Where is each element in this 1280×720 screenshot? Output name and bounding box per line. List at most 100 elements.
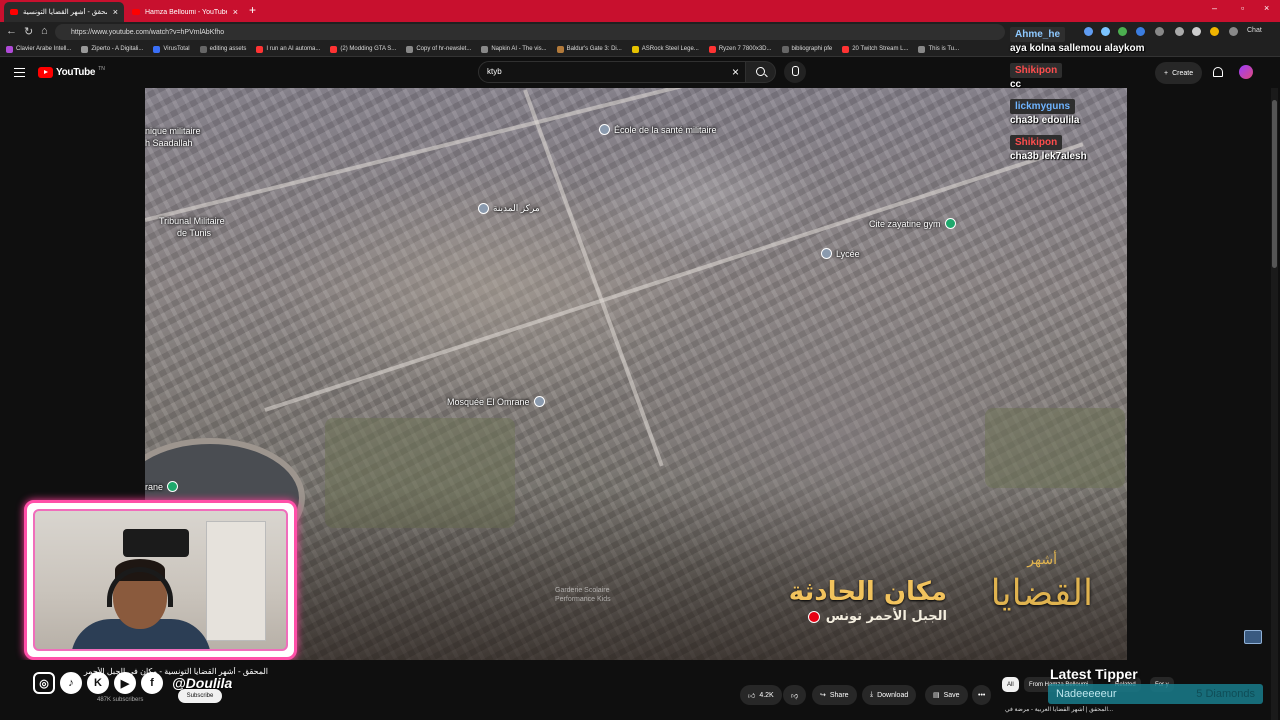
hamburger-menu-icon[interactable] [14, 68, 25, 77]
bookmark-item[interactable]: ASRock Steel Lege... [631, 45, 699, 53]
search-box [478, 61, 746, 83]
map-road [523, 89, 664, 467]
chat-text: cha3b lek7alesh [1010, 151, 1087, 162]
chat-message: Shikipon cha3b lek7alesh [1010, 132, 1270, 162]
channel-subscribers: 487K subscribers [97, 697, 144, 703]
chat-username: Shikipon [1010, 135, 1063, 150]
bookmark-item[interactable]: Clavier Arabe Intell... [6, 45, 71, 53]
webcam-background-door [206, 521, 266, 641]
clear-search-icon[interactable]: × [732, 65, 739, 79]
maximize-icon[interactable]: ▫ [1241, 3, 1244, 13]
like-button[interactable]: 👍︎ 4.2K [740, 685, 782, 705]
youtube-favicon-icon [132, 9, 140, 15]
home-icon[interactable]: ⌂ [41, 25, 48, 37]
map-pin-icon [821, 248, 832, 259]
share-button[interactable]: ↪ Share [812, 685, 857, 705]
map-pin-icon [478, 203, 489, 214]
tiktok-icon: ♪ [60, 672, 82, 694]
map-label: de Tunis [177, 228, 212, 238]
search-button[interactable] [746, 61, 776, 83]
voice-search-icon[interactable] [784, 61, 806, 83]
webcam-vr-headset [123, 529, 189, 557]
map-label: h Saadallah [145, 138, 193, 148]
bookmark-item[interactable]: Napkin AI - The vis... [481, 45, 547, 53]
instagram-icon: ◎ [33, 672, 55, 694]
chat-text: aya kolna sallemou alaykom [1010, 43, 1145, 54]
bookmark-item[interactable]: This is Tu... [918, 45, 959, 53]
thumbs-up-icon: 👍︎ [748, 692, 756, 700]
bookmark-item[interactable]: editing assets [199, 45, 246, 53]
bookmark-item[interactable]: VirusTotal [153, 45, 190, 53]
close-tab-icon[interactable]: × [113, 7, 118, 17]
bookmark-item[interactable]: (2) Modding GTA S... [330, 45, 396, 53]
bookmark-item[interactable]: Copy of hr-newslet... [406, 45, 471, 53]
bookmark-item[interactable]: Baldur's Gate 3: Di... [556, 45, 622, 53]
miniplayer-icon[interactable] [1244, 630, 1262, 644]
map-label: مركز المدينة [478, 203, 540, 214]
map-label: Tribunal Militaire [159, 216, 225, 226]
chat-message: lickmyguns cha3b edoulila [1010, 96, 1270, 126]
thumbs-down-icon: 👎︎ [791, 692, 799, 700]
webcam-frame [24, 500, 297, 660]
chat-username: Ahme_he [1010, 27, 1066, 42]
youtube-icon: ▶ [114, 672, 136, 694]
bookmark-item[interactable]: Ryzen 7 7800x3D... [708, 45, 772, 53]
map-label: nique militaire [145, 126, 201, 136]
scrollbar-thumb[interactable] [1272, 100, 1277, 268]
share-icon: ↪ [820, 692, 826, 699]
tab-channel[interactable]: Hamza Belloumi - YouTube × [126, 2, 244, 22]
map-label: École de la santé militaire [599, 124, 717, 135]
save-playlist-icon: ▤ [933, 692, 940, 699]
chat-username: lickmyguns [1010, 99, 1076, 114]
latest-tipper-title: Latest Tipper [1050, 666, 1138, 682]
tipper-name: Nadeeeeeur [1056, 688, 1117, 700]
chat-username: Shikipon [1010, 63, 1063, 78]
tipper-amount: 5 Diamonds [1196, 688, 1255, 700]
back-icon[interactable]: ← [6, 25, 17, 37]
map-watermark: Garderie Scolaire Performance Kids [555, 587, 611, 603]
subscribe-button[interactable]: Subscribe [178, 689, 222, 703]
tab-title: Hamza Belloumi - YouTube [145, 8, 227, 16]
chat-text: cc [1010, 79, 1022, 90]
map-pin-icon [167, 481, 179, 492]
map-label: Cite zayatine gym [869, 218, 956, 229]
youtube-favicon-icon [10, 9, 18, 15]
url-field[interactable]: https://www.youtube.com/watch?v=hPVmlAbK… [55, 24, 1005, 40]
bookmark-item[interactable]: bibliographi pfe [781, 45, 832, 53]
map-road [145, 88, 825, 222]
webcam-feed [33, 509, 288, 651]
more-actions-button[interactable]: ••• [972, 685, 992, 705]
tab-title: المحقق - أشهر القضايا التونسية - .. [23, 9, 107, 16]
search-input[interactable] [487, 67, 717, 76]
minimize-icon[interactable]: – [1212, 3, 1217, 13]
youtube-logo[interactable]: YouTube TN [38, 66, 105, 78]
screen: المحقق - أشهر القضايا التونسية - .. × Ha… [0, 0, 1280, 720]
chip-all[interactable]: All [1002, 677, 1019, 692]
show-logo: القضايا [990, 573, 1093, 614]
download-icon: ⤓ [870, 691, 874, 698]
close-tab-icon[interactable]: × [233, 7, 238, 17]
recommended-video-strip[interactable]: المحقق | أشهر القضايا العربية - مرضة في.… [1005, 706, 1260, 720]
reload-icon[interactable]: ↻ [24, 25, 33, 38]
browser-tab-bar: المحقق - أشهر القضايا التونسية - .. × Ha… [0, 0, 1280, 22]
new-tab-icon[interactable]: + [249, 3, 256, 17]
chat-message: Ahme_he aya kolna sallemou alaykom [1010, 24, 1270, 54]
tab-video[interactable]: المحقق - أشهر القضايا التونسية - .. × [4, 2, 124, 22]
kick-icon: K [87, 672, 109, 694]
close-window-icon[interactable]: × [1264, 3, 1269, 13]
download-button[interactable]: ⤓ Download [862, 685, 917, 705]
chat-message: Shikipon cc [1010, 60, 1270, 90]
dislike-button[interactable]: 👎︎ [783, 685, 807, 705]
bookmark-item[interactable]: 20 Twitch Stream L... [842, 45, 908, 53]
bookmark-item[interactable]: Ziperto - A Digitali... [81, 45, 143, 53]
chat-text: cha3b edoulila [1010, 115, 1080, 126]
tunisia-flag-icon [807, 610, 820, 623]
location-title: مكان الحادثة [788, 577, 947, 607]
map-label: rane [145, 481, 179, 492]
save-button[interactable]: ▤ Save [925, 685, 968, 705]
map-road [264, 142, 1084, 412]
bookmark-item[interactable]: I run an AI automa... [256, 45, 320, 53]
map-pin-icon [533, 396, 545, 407]
show-logo-top: أشهر [1027, 552, 1057, 568]
stream-chat-overlay: Ahme_he aya kolna sallemou alaykom Shiki… [1010, 24, 1270, 167]
